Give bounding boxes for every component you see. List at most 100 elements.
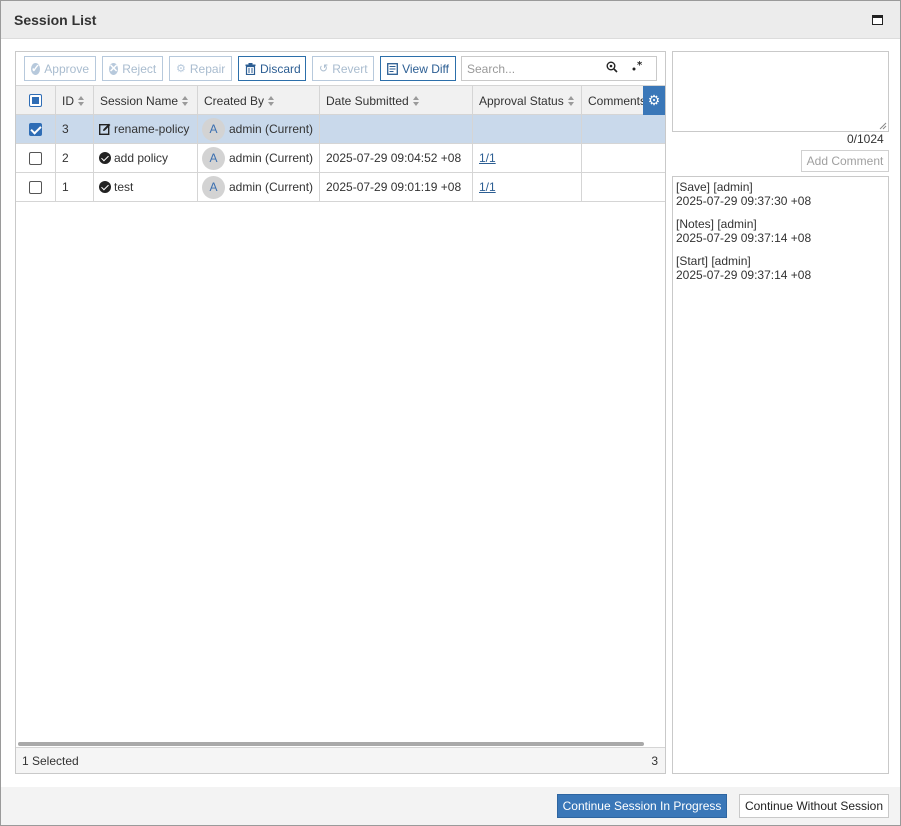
sort-icon [412, 95, 420, 106]
gear-icon: ⚙ [647, 92, 661, 108]
revert-label: Revert [332, 61, 368, 76]
cell-date-submitted: 2025-07-29 09:04:52 +08 [320, 144, 473, 172]
cell-approval-status [473, 115, 582, 143]
search-box: * [461, 56, 657, 81]
reject-label: Reject [122, 61, 157, 76]
row-checkbox[interactable] [29, 122, 42, 136]
cell-date-submitted [320, 115, 473, 143]
log-entry: [Start] [admin] 2025-07-29 09:37:14 +08 [676, 254, 885, 282]
continue-session-button[interactable]: Continue Session In Progress [557, 794, 727, 818]
avatar: A [202, 175, 225, 199]
discard-label: Discard [260, 61, 301, 76]
select-all-checkbox[interactable] [29, 94, 42, 107]
log-entry-header: [Start] [admin] [676, 254, 751, 268]
dialog-footer: Continue Session In Progress Continue Wi… [1, 787, 900, 825]
column-header-created-by[interactable]: Created By [198, 86, 320, 115]
cell-created-by: A admin (Current) [198, 115, 320, 143]
column-header-id[interactable]: ID [56, 86, 94, 115]
cell-date-submitted: 2025-07-29 09:01:19 +08 [320, 173, 473, 201]
log-entry-time: 2025-07-29 09:37:30 +08 [676, 194, 812, 208]
cell-comments [582, 144, 665, 172]
session-name-label: test [114, 180, 134, 194]
column-label: Comments [588, 93, 647, 108]
cell-comments [582, 115, 665, 143]
row-checkbox[interactable] [29, 151, 42, 165]
grid-footer: 1 Selected 3 [16, 747, 665, 773]
approval-status-link[interactable]: 1/1 [479, 180, 496, 194]
horizontal-scrollbar[interactable] [18, 742, 644, 746]
discard-button[interactable]: Discard [238, 56, 306, 81]
check-circle-icon: ✓ [31, 62, 41, 75]
log-entry: [Notes] [admin] 2025-07-29 09:37:14 +08 [676, 217, 885, 245]
cell-created-by: A admin (Current) [198, 144, 320, 172]
gear-icon: ⚙ [176, 63, 186, 75]
column-label: Approval Status [479, 93, 564, 108]
row-select-cell [16, 144, 56, 172]
undo-icon: ↺ [319, 63, 329, 75]
select-all-cell [16, 86, 56, 115]
sort-icon [78, 95, 85, 106]
row-checkbox[interactable] [29, 180, 42, 194]
approve-label: Approve [44, 61, 89, 76]
row-select-cell [16, 115, 56, 143]
dialog-titlebar: Session List [1, 1, 900, 39]
log-entry-time: 2025-07-29 09:37:14 +08 [676, 231, 812, 245]
sort-icon [268, 95, 275, 106]
comment-textarea[interactable] [672, 51, 889, 132]
revert-button[interactable]: ↺ Revert [312, 56, 374, 81]
repair-button[interactable]: ⚙ Repair [169, 56, 232, 81]
add-comment-button[interactable]: Add Comment [801, 150, 889, 172]
log-entry-header: [Notes] [admin] [676, 217, 757, 231]
session-name-label: rename-policy [114, 122, 190, 136]
table-row[interactable]: 2 add policy A admin (Current) 2025-07-2… [16, 144, 665, 173]
table-row[interactable]: 3 rename-policy A admin (Current) [16, 115, 665, 144]
column-header-approval-status[interactable]: Approval Status [473, 86, 582, 115]
character-counter: 0/1024 [847, 132, 884, 146]
log-entry-time: 2025-07-29 09:37:14 +08 [676, 268, 812, 282]
session-name-label: add policy [114, 151, 169, 165]
cell-session-name: test [94, 173, 198, 201]
column-header-session-name[interactable]: Session Name [94, 86, 198, 115]
cell-session-name: add policy [94, 144, 198, 172]
created-by-label: admin (Current) [229, 122, 314, 136]
avatar: A [202, 146, 225, 170]
check-circle-icon [99, 152, 111, 164]
regex-icon[interactable]: * [631, 60, 645, 75]
check-circle-icon [99, 181, 111, 193]
created-by-label: admin (Current) [229, 151, 314, 165]
selected-count: 1 Selected [22, 754, 79, 768]
column-settings-button[interactable]: ⚙ [643, 86, 665, 115]
cell-comments [582, 173, 665, 201]
log-entry: [Save] [admin] 2025-07-29 09:37:30 +08 [676, 180, 885, 208]
approve-button[interactable]: ✓ Approve [24, 56, 96, 81]
search-icon[interactable] [606, 61, 618, 76]
trash-icon [245, 62, 256, 75]
edit-icon [99, 123, 111, 135]
grid-toolbar: ✓ Approve ✕ Reject ⚙ Repair Discard ↺ Re… [16, 52, 665, 85]
approval-status-link[interactable]: 1/1 [479, 151, 496, 165]
created-by-label: admin (Current) [229, 180, 314, 194]
column-label: ID [62, 93, 74, 108]
repair-label: Repair [189, 61, 226, 76]
column-header-date-submitted[interactable]: Date Submitted [320, 86, 473, 115]
cell-approval-status: 1/1 [473, 173, 582, 201]
resize-grip-icon[interactable] [877, 120, 887, 130]
column-label: Session Name [100, 93, 179, 108]
cell-id: 2 [56, 144, 94, 172]
search-input[interactable] [467, 60, 602, 77]
session-grid: ✓ Approve ✕ Reject ⚙ Repair Discard ↺ Re… [15, 51, 666, 774]
table-header: ID Session Name Created By Date Submitte… [16, 85, 665, 115]
log-entry-header: [Save] [admin] [676, 180, 753, 194]
dialog-title: Session List [14, 12, 97, 28]
cell-id: 3 [56, 115, 94, 143]
activity-log: [Save] [admin] 2025-07-29 09:37:30 +08 [… [672, 176, 889, 774]
column-label: Date Submitted [326, 93, 409, 108]
continue-without-session-button[interactable]: Continue Without Session [739, 794, 889, 818]
table-row[interactable]: 1 test A admin (Current) 2025-07-29 09:0… [16, 173, 665, 202]
reject-button[interactable]: ✕ Reject [102, 56, 163, 81]
session-list-dialog: Session List ✓ Approve ✕ Reject ⚙ Repair… [0, 0, 901, 826]
document-icon [387, 62, 398, 75]
view-diff-button[interactable]: View Diff [380, 56, 456, 81]
maximize-icon[interactable] [872, 15, 883, 25]
sort-icon [567, 95, 575, 106]
